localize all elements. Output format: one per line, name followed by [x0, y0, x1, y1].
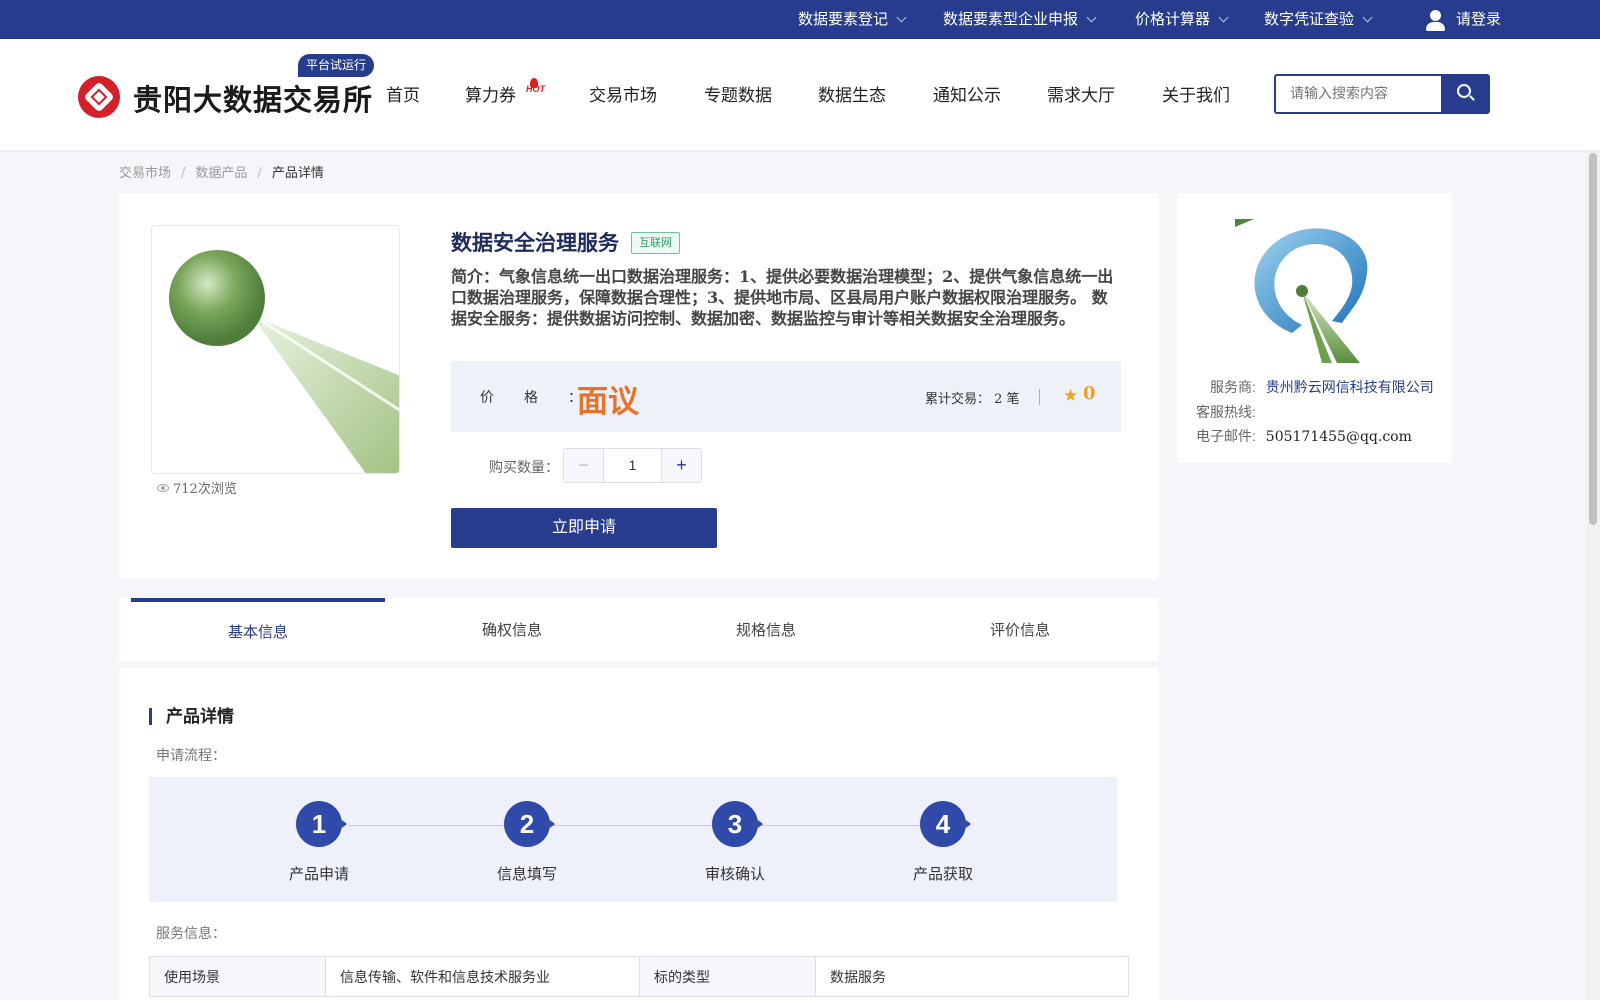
table-cell-key: 标的类型: [639, 956, 816, 997]
topbar-item-label: 数据要素登记: [798, 10, 889, 28]
section-title: 产品详情: [149, 708, 234, 725]
topbar-voucher-check[interactable]: 数字凭证查验: [1264, 0, 1373, 39]
scrollbar-thumb[interactable]: [1589, 153, 1597, 525]
step-label: 审核确认: [704, 866, 765, 883]
breadcrumb-data-products[interactable]: 数据产品: [195, 166, 247, 181]
flow-step: 2 信息填写: [467, 801, 587, 884]
main-header: 贵阳大数据交易所 平台试运行 首页 算力券 HOT 交易市场 专题数据 数据生态…: [0, 39, 1600, 150]
chevron-down-icon: [1086, 12, 1097, 23]
flow-step: 1 产品申请: [259, 801, 379, 884]
view-count: 712次浏览: [157, 478, 237, 497]
nav-market[interactable]: 交易市场: [589, 81, 657, 106]
tab-basic-info[interactable]: 基本信息: [131, 598, 385, 661]
nav-home[interactable]: 首页: [386, 81, 420, 106]
logo-text[interactable]: 贵阳大数据交易所: [133, 77, 373, 119]
price-box: 价格： 面议 累计交易： 2 笔 ★ 0: [451, 361, 1121, 432]
chevron-down-icon: [1218, 12, 1229, 23]
industry-tag: 互联网: [631, 232, 680, 254]
flow-step: 4 产品获取: [883, 801, 1003, 884]
step-number: 3: [712, 801, 763, 847]
topbar-data-registration[interactable]: 数据要素登记: [798, 0, 907, 39]
provider-logo: [1232, 213, 1382, 363]
star-icon: ★: [1063, 386, 1079, 405]
search-box: [1274, 74, 1490, 114]
quantity-stepper: − 1 +: [563, 448, 702, 483]
topbar-enterprise-declaration[interactable]: 数据要素型企业申报: [943, 0, 1097, 39]
provider-name-link[interactable]: 贵州黔云网信科技有限公司: [1266, 379, 1434, 395]
nav-compute-voucher[interactable]: 算力券: [465, 81, 516, 106]
step-number: 1: [296, 801, 347, 847]
breadcrumb-market[interactable]: 交易市场: [119, 166, 171, 181]
tab-ownership-info[interactable]: 确权信息: [385, 598, 639, 661]
product-card: 712次浏览 数据安全治理服务 互联网 简介：气象信息统一出口数据治理服务：1、…: [119, 193, 1158, 579]
chevron-down-icon: [896, 12, 907, 23]
nav-notices[interactable]: 通知公示: [933, 81, 1001, 106]
eye-icon: [157, 483, 169, 492]
provider-name-row: 服务商: 贵州黔云网信科技有限公司: [1210, 377, 1434, 397]
table-cell-value: 数据服务: [815, 956, 1129, 997]
increase-button[interactable]: +: [661, 449, 701, 482]
search-input[interactable]: [1276, 76, 1442, 112]
product-title: 数据安全治理服务: [451, 230, 619, 255]
flow-step: 3 审核确认: [675, 801, 795, 884]
trade-count: 累计交易： 2 笔: [925, 392, 1020, 407]
service-info-label: 服务信息：: [156, 925, 226, 941]
nav-topic-data[interactable]: 专题数据: [704, 81, 772, 106]
trial-badge: 平台试运行: [298, 54, 375, 77]
email-label: 电子邮件:: [1196, 428, 1256, 444]
step-label: 信息填写: [496, 866, 557, 883]
step-label: 产品申请: [288, 866, 349, 883]
apply-now-button[interactable]: 立即申请: [451, 508, 717, 548]
tab-review-info[interactable]: 评价信息: [893, 598, 1147, 661]
nav-ecosystem[interactable]: 数据生态: [818, 81, 886, 106]
email-value: 505171455@qq.com: [1265, 429, 1412, 445]
topbar-item-label: 数字凭证查验: [1264, 10, 1355, 28]
flow-connector: [349, 825, 959, 826]
topbar-item-label: 价格计算器: [1135, 10, 1211, 28]
application-flow: 1 产品申请 2 信息填写 3 审核确认 4 产品获取: [149, 777, 1117, 902]
quantity-label: 购买数量：: [489, 459, 559, 475]
table-row: 使用场景 信息传输、软件和信息技术服务业 标的类型 数据服务: [149, 956, 1129, 997]
product-image: [151, 225, 400, 474]
exchange-logo-icon[interactable]: [78, 76, 120, 118]
divider: [1039, 389, 1040, 405]
flow-label: 申请流程：: [156, 747, 226, 763]
nav-demand-hall[interactable]: 需求大厅: [1047, 81, 1115, 106]
top-bar: 数据要素登记 数据要素型企业申报 价格计算器 数字凭证查验 请登录: [0, 0, 1600, 39]
login-link[interactable]: 请登录: [1424, 0, 1501, 39]
provider-name-label: 服务商:: [1210, 379, 1256, 395]
chevron-down-icon: [1362, 12, 1373, 23]
topbar-item-label: 数据要素型企业申报: [943, 10, 1079, 28]
login-label: 请登录: [1456, 10, 1502, 28]
search-button[interactable]: [1441, 74, 1489, 114]
hot-icon: HOT: [526, 78, 545, 94]
table-cell-value: 信息传输、软件和信息技术服务业: [325, 956, 640, 997]
product-detail-section: 产品详情 申请流程： 1 产品申请 2 信息填写 3 审核确认 4 产品获取 服…: [119, 668, 1158, 1000]
page-scrollbar[interactable]: [1586, 150, 1600, 1000]
product-description: 简介：气象信息统一出口数据治理服务：1、提供必要数据治理模型；2、提供气象信息统…: [451, 267, 1114, 328]
breadcrumb: 交易市场 / 数据产品 / 产品详情: [119, 166, 324, 181]
provider-card: 服务商: 贵州黔云网信科技有限公司 客服热线: 电子邮件: 505171455@…: [1178, 193, 1452, 463]
rating-value: 0: [1083, 383, 1096, 404]
hotline-label: 客服热线:: [1196, 404, 1256, 420]
hotline-row: 客服热线:: [1196, 402, 1256, 422]
table-cell-key: 使用场景: [149, 956, 326, 997]
tab-spec-info[interactable]: 规格信息: [639, 598, 893, 661]
nav-about[interactable]: 关于我们: [1162, 81, 1230, 106]
step-number: 4: [920, 801, 971, 847]
quantity-value[interactable]: 1: [604, 449, 661, 482]
detail-tabs: 基本信息 确权信息 规格信息 评价信息: [119, 598, 1158, 661]
topbar-price-calculator[interactable]: 价格计算器: [1135, 0, 1229, 39]
view-count-label: 712次浏览: [173, 482, 237, 497]
user-icon: [1424, 8, 1446, 32]
price-value: 面议: [577, 384, 639, 420]
breadcrumb-current: 产品详情: [271, 166, 324, 181]
decrease-button[interactable]: −: [564, 449, 604, 482]
email-row: 电子邮件: 505171455@qq.com: [1196, 426, 1412, 446]
step-number: 2: [504, 801, 555, 847]
step-label: 产品获取: [912, 866, 973, 883]
service-info-table: 使用场景 信息传输、软件和信息技术服务业 标的类型 数据服务: [149, 956, 1129, 997]
